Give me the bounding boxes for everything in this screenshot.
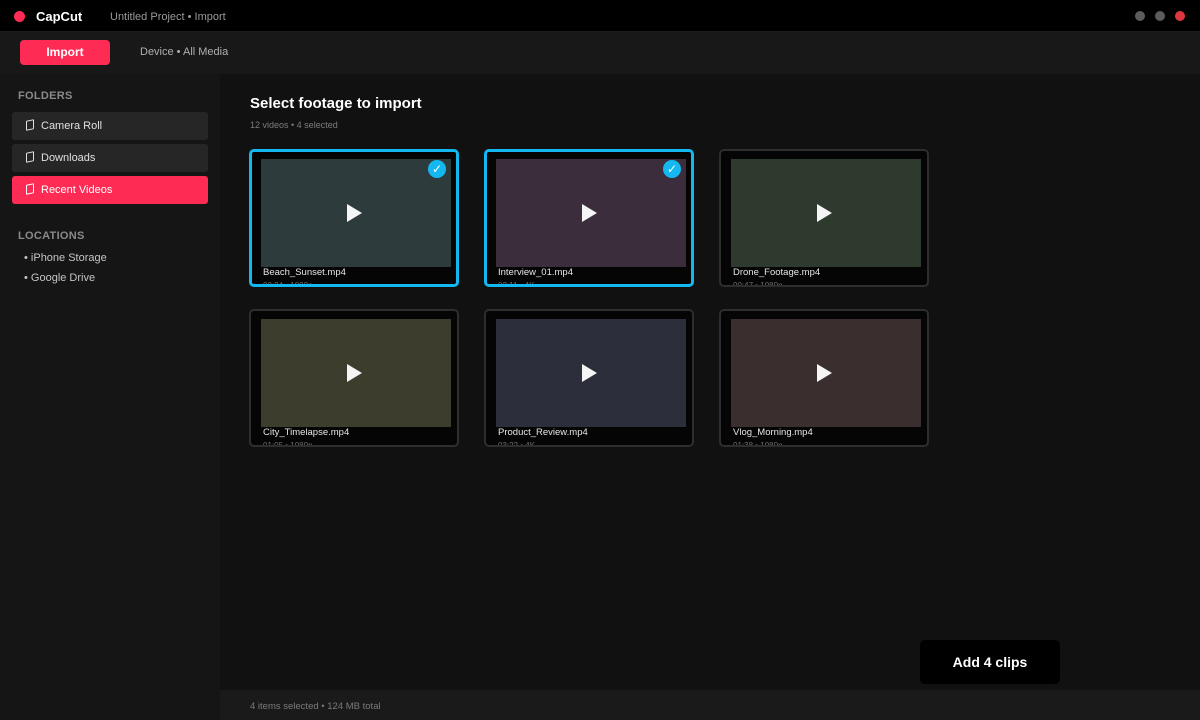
sidebar-item-label: Camera Roll: [41, 120, 103, 132]
media-browser: Select footage to import 12 videos • 4 s…: [220, 74, 1200, 690]
play-icon: [817, 204, 832, 222]
video-meta: 03:22 • 4K: [498, 441, 536, 447]
play-icon: [347, 364, 362, 382]
folder-icon: [26, 119, 34, 131]
video-meta: 02:11 • 4K: [498, 281, 535, 287]
checkmark-icon[interactable]: ✓: [428, 160, 446, 178]
video-filename: Interview_01.mp4: [498, 267, 573, 278]
maximize-button[interactable]: [1155, 11, 1165, 21]
sidebar-item-label: Recent Videos: [41, 184, 113, 196]
folders-section-title: FOLDERS: [18, 90, 73, 102]
status-text: 4 items selected • 124 MB total: [250, 701, 381, 712]
play-icon: [582, 204, 597, 222]
page-title: Select footage to import: [250, 95, 422, 112]
sidebar-item-downloads[interactable]: Downloads: [12, 144, 208, 172]
video-filename: City_Timelapse.mp4: [263, 427, 350, 438]
sidebar-item-label: Downloads: [41, 152, 96, 164]
close-button[interactable]: [1175, 11, 1185, 21]
video-card[interactable]: Product_Review.mp4 03:22 • 4K: [484, 309, 694, 447]
location-item-iphone-storage[interactable]: • iPhone Storage: [24, 252, 107, 264]
breadcrumb: Device • All Media: [140, 46, 229, 58]
video-filename: Product_Review.mp4: [498, 427, 588, 438]
selection-summary: 12 videos • 4 selected: [250, 120, 338, 130]
video-meta: 01:38 • 1080p: [733, 441, 783, 447]
play-icon: [347, 204, 362, 222]
video-thumbnail[interactable]: [731, 159, 921, 267]
video-filename: Drone_Footage.mp4: [733, 267, 821, 278]
sidebar-item-recent-videos[interactable]: Recent Videos: [12, 176, 208, 204]
location-item-google-drive[interactable]: • Google Drive: [24, 272, 95, 284]
status-bar: 4 items selected • 124 MB total: [220, 690, 1200, 720]
video-thumbnail[interactable]: [261, 319, 451, 427]
checkmark-icon[interactable]: ✓: [663, 160, 681, 178]
video-card[interactable]: Interview_01.mp4 02:11 • 4K ✓: [484, 149, 694, 287]
app-name: CapCut: [36, 9, 83, 24]
video-thumbnail[interactable]: [731, 319, 921, 427]
video-meta: 01:05 • 1080p: [263, 441, 313, 447]
video-card[interactable]: Drone_Footage.mp4 00:47 • 1080p: [719, 149, 929, 287]
folder-icon: [26, 151, 34, 163]
toolbar: Import Device • All Media: [0, 32, 1200, 74]
video-card[interactable]: Beach_Sunset.mp4 00:24 • 1080p ✓: [249, 149, 459, 287]
import-button[interactable]: Import: [20, 40, 110, 65]
add-clips-button[interactable]: Add 4 clips: [920, 640, 1060, 684]
app-logo-icon: [14, 11, 25, 22]
video-meta: 00:24 • 1080p: [263, 281, 313, 287]
minimize-button[interactable]: [1135, 11, 1145, 21]
video-filename: Beach_Sunset.mp4: [263, 267, 346, 278]
play-icon: [582, 364, 597, 382]
folder-icon: [26, 183, 34, 195]
sidebar-item-camera-roll[interactable]: Camera Roll: [12, 112, 208, 140]
video-card[interactable]: City_Timelapse.mp4 01:05 • 1080p: [249, 309, 459, 447]
video-card[interactable]: Vlog_Morning.mp4 01:38 • 1080p: [719, 309, 929, 447]
play-icon: [817, 364, 832, 382]
video-thumbnail[interactable]: [496, 159, 686, 267]
video-filename: Vlog_Morning.mp4: [733, 427, 813, 438]
title-bar: CapCut Untitled Project • Import: [0, 0, 1200, 32]
video-thumbnail[interactable]: [261, 159, 451, 267]
video-meta: 00:47 • 1080p: [733, 281, 783, 287]
locations-section-title: LOCATIONS: [18, 230, 85, 242]
project-title: Untitled Project • Import: [110, 11, 226, 23]
video-thumbnail[interactable]: [496, 319, 686, 427]
sidebar: FOLDERS Camera Roll Downloads Recent Vid…: [0, 74, 220, 720]
